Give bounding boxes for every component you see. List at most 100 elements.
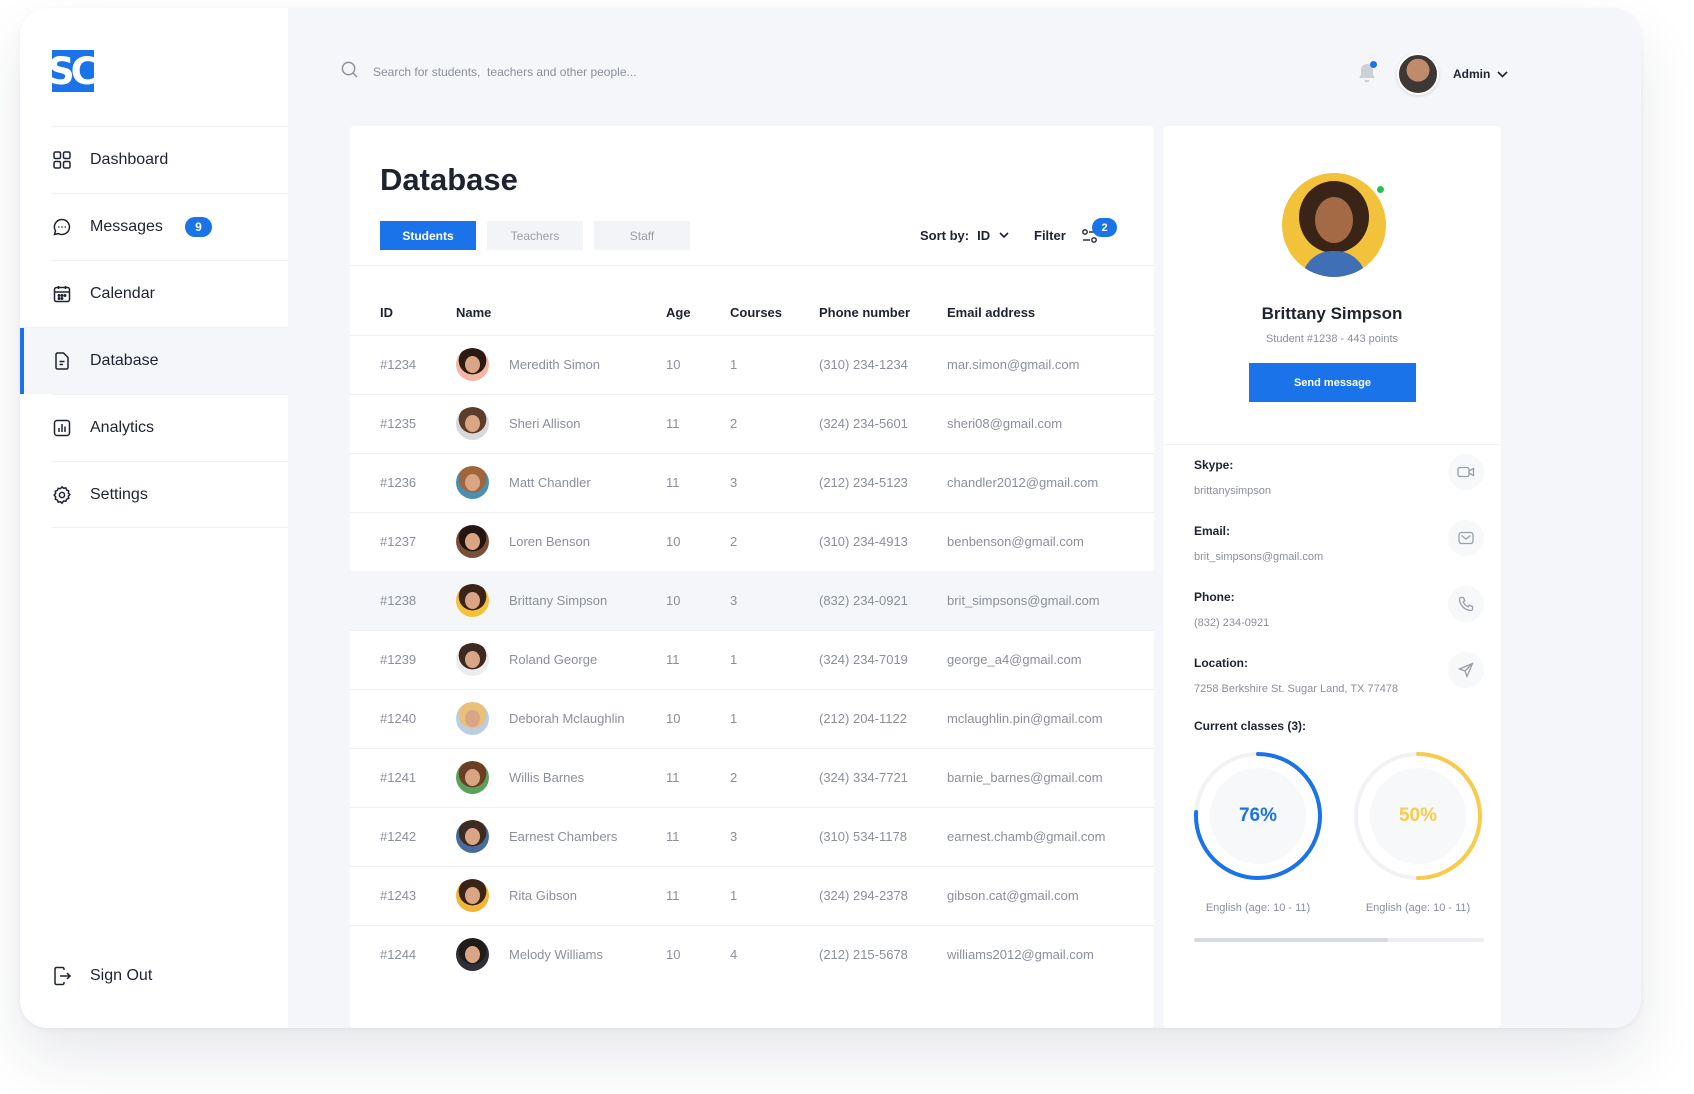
table-row[interactable]: #1239 Roland George 11 1 (324) 234-7019 georg… — [350, 629, 1154, 689]
app-window: SC Dashboard Messages 9 Calendar Databas… — [20, 8, 1641, 1028]
student-age: 11 — [666, 393, 730, 453]
student-name: Earnest Chambers — [509, 829, 618, 844]
video-call-button[interactable] — [1448, 454, 1484, 490]
search-bar — [340, 60, 840, 84]
scrollbar-thumb[interactable] — [1194, 938, 1388, 942]
phone-icon — [1458, 596, 1474, 612]
column-header-age[interactable]: Age — [666, 291, 730, 335]
gear-icon — [52, 485, 72, 505]
student-name: Loren Benson — [509, 534, 590, 549]
user-name: Admin — [1453, 67, 1491, 81]
student-id: #1234 — [350, 334, 456, 394]
student-phone: (324) 234-7019 — [819, 629, 947, 689]
student-name: Willis Barnes — [509, 770, 585, 785]
send-message-button[interactable]: Send message — [1249, 363, 1416, 402]
sidebar-item-label: Database — [90, 352, 159, 369]
table-row[interactable]: #1238 Brittany Simpson 10 3 (832) 234-0921 br… — [350, 570, 1154, 630]
table-row[interactable]: #1237 Loren Benson 10 2 (310) 234-4913 benben… — [350, 511, 1154, 571]
navigation-arrow-icon — [1458, 662, 1474, 678]
grid-icon — [52, 150, 72, 170]
sort-value: ID — [977, 228, 991, 243]
sort-dropdown[interactable]: Sort by: ID — [920, 228, 1009, 243]
class-caption: English (age: 10 - 11) — [1365, 902, 1471, 914]
student-id: #1236 — [350, 452, 456, 512]
student-phone: (212) 215-5678 — [819, 924, 947, 984]
student-email: george_a4@gmail.com — [947, 629, 1154, 689]
student-id: #1242 — [350, 806, 456, 866]
table-row[interactable]: #1236 Matt Chandler 11 3 (212) 234-5123 chand… — [350, 452, 1154, 512]
student-courses: 1 — [730, 688, 819, 748]
student-age: 10 — [666, 688, 730, 748]
notifications-button[interactable] — [1357, 61, 1377, 84]
sidebar-item-label: Calendar — [90, 285, 155, 302]
user-menu[interactable]: Admin — [1453, 67, 1508, 81]
student-age: 11 — [666, 629, 730, 689]
table-row[interactable]: #1234 Meredith Simon 10 1 (310) 234-1234 mar.… — [350, 334, 1154, 394]
email-value: brit_simpsons@gmail.com — [1194, 551, 1324, 563]
column-header-email[interactable]: Email address — [947, 291, 1154, 335]
calendar-icon — [52, 284, 72, 304]
class-progress-percent: 76% — [1238, 805, 1278, 826]
tab-staff[interactable]: Staff — [594, 221, 690, 250]
column-header-courses[interactable]: Courses — [730, 291, 819, 335]
profile-avatar — [1282, 173, 1386, 277]
sidebar-item-label: Dashboard — [90, 151, 169, 168]
search-icon — [340, 60, 359, 84]
student-name: Roland George — [509, 652, 598, 667]
sidebar-item-settings[interactable]: Settings — [52, 461, 288, 528]
app-logo[interactable]: SC — [52, 50, 94, 92]
tab-students[interactable]: Students — [380, 221, 476, 250]
class-progress-ring[interactable]: 76% — [1192, 750, 1324, 882]
student-courses: 1 — [730, 334, 819, 394]
user-avatar[interactable] — [1397, 53, 1439, 95]
student-email: benbenson@gmail.com — [947, 511, 1154, 571]
student-phone: (324) 294-2378 — [819, 865, 947, 925]
sign-out-button[interactable]: Sign Out — [52, 966, 152, 986]
table-row[interactable]: #1242 Earnest Chambers 11 3 (310) 534-1178 ea… — [350, 806, 1154, 866]
sidebar-item-messages[interactable]: Messages 9 — [52, 193, 288, 260]
student-id: #1237 — [350, 511, 456, 571]
class-progress-ring[interactable]: 50% — [1352, 750, 1484, 882]
skype-info: Skype: brittanysimpson — [1194, 454, 1484, 497]
student-id: #1244 — [350, 924, 456, 984]
search-input[interactable] — [373, 65, 793, 79]
phone-value: (832) 234-0921 — [1194, 617, 1270, 629]
column-header-id[interactable]: ID — [350, 291, 456, 335]
student-email: mclaughlin.pin@gmail.com — [947, 688, 1154, 748]
student-name: Deborah Mclaughlin — [509, 711, 625, 726]
tab-teachers[interactable]: Teachers — [487, 221, 583, 250]
student-id: #1240 — [350, 688, 456, 748]
call-button[interactable] — [1448, 586, 1484, 622]
logo-text: SC — [52, 50, 94, 92]
sidebar-item-analytics[interactable]: Analytics — [52, 394, 288, 461]
student-age: 10 — [666, 511, 730, 571]
sidebar-item-calendar[interactable]: Calendar — [52, 260, 288, 327]
column-header-phone[interactable]: Phone number — [819, 291, 947, 335]
student-courses: 3 — [730, 452, 819, 512]
filter-button[interactable]: Filter — [1034, 228, 1066, 243]
student-age: 11 — [666, 865, 730, 925]
send-email-button[interactable] — [1448, 520, 1484, 556]
sidebar-item-dashboard[interactable]: Dashboard — [52, 126, 288, 193]
table-row[interactable]: #1235 Sheri Allison 11 2 (324) 234-5601 sheri… — [350, 393, 1154, 453]
sidebar-item-database[interactable]: Database — [20, 327, 288, 394]
page-title: Database — [380, 162, 518, 197]
student-email: barnie_barnes@gmail.com — [947, 747, 1154, 807]
student-name: Sheri Allison — [509, 416, 581, 431]
table-row[interactable]: #1241 Willis Barnes 11 2 (324) 334-7721 barni… — [350, 747, 1154, 807]
location-button[interactable] — [1448, 652, 1484, 688]
video-camera-icon — [1457, 466, 1475, 478]
student-avatar — [456, 761, 489, 794]
column-header-name[interactable]: Name — [456, 291, 666, 335]
student-avatar — [456, 702, 489, 735]
student-courses: 2 — [730, 747, 819, 807]
student-avatar — [456, 407, 489, 440]
class-progress-percent: 50% — [1398, 805, 1438, 826]
table-row[interactable]: #1240 Deborah Mclaughlin 10 1 (212) 204-1122… — [350, 688, 1154, 748]
classes-scrollbar[interactable] — [1194, 938, 1484, 942]
student-name: Rita Gibson — [509, 888, 577, 903]
table-row[interactable]: #1244 Melody Williams 10 4 (212) 215-5678 wil… — [350, 924, 1154, 984]
table-row[interactable]: #1243 Rita Gibson 11 1 (324) 294-2378 gibson.… — [350, 865, 1154, 925]
student-name: Melody Williams — [509, 947, 603, 963]
student-phone: (310) 534-1178 — [819, 806, 947, 866]
